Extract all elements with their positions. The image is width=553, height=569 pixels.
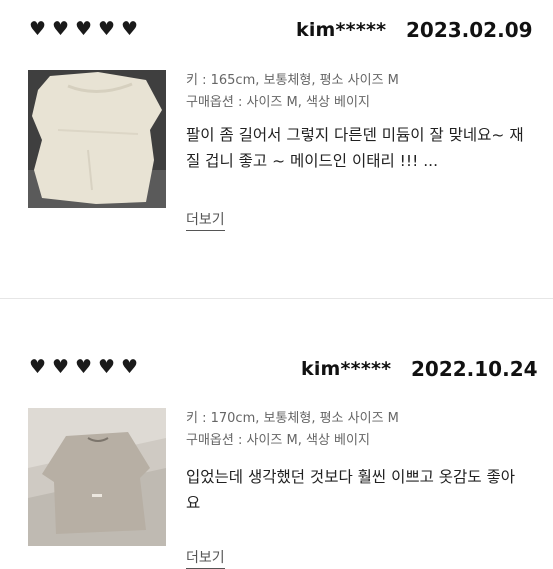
- review-photo[interactable]: [28, 70, 166, 208]
- reviewer-info: 키 : 165cm, 보통체형, 평소 사이즈 M: [186, 73, 399, 88]
- review-date: 2023.02.09: [406, 18, 533, 42]
- heart-icon: ♥: [74, 356, 93, 378]
- purchase-option: 구매옵션 : 사이즈 M, 색상 베이지: [186, 95, 370, 110]
- heart-icon: ♥: [97, 18, 116, 40]
- review-date: 2022.10.24: [411, 357, 538, 381]
- review-photo-image: [28, 70, 166, 208]
- heart-icon: ♥: [28, 356, 47, 378]
- heart-icon: ♥: [74, 18, 93, 40]
- review-photo-image: [28, 408, 166, 546]
- purchase-option: 구매옵션 : 사이즈 M, 색상 베이지: [186, 433, 370, 448]
- reviewer-name: kim*****: [296, 19, 387, 41]
- heart-icon: ♥: [120, 18, 139, 40]
- review-text: 입었는데 생각했던 것보다 훨씬 이쁘고 옷감도 좋아요: [186, 468, 516, 512]
- review-photo[interactable]: [28, 408, 166, 546]
- rating-stars: ♥ ♥ ♥ ♥ ♥: [28, 20, 139, 39]
- reviewer-info: 키 : 170cm, 보통체형, 평소 사이즈 M: [186, 411, 399, 426]
- heart-icon: ♥: [97, 356, 116, 378]
- reviewer-name: kim*****: [301, 358, 392, 380]
- more-link[interactable]: 더보기: [186, 209, 225, 231]
- review-text: 팔이 좀 길어서 그렇지 다른덴 미듐이 잘 맞네요~ 재질 겁니 좋고 ~ 메…: [186, 126, 524, 170]
- rating-stars: ♥ ♥ ♥ ♥ ♥: [28, 358, 139, 377]
- heart-icon: ♥: [51, 356, 70, 378]
- heart-icon: ♥: [28, 18, 47, 40]
- review-item: ♥ ♥ ♥ ♥ ♥ kim***** 2022.10.24 키 : 170cm,…: [0, 340, 553, 569]
- review-item: ♥ ♥ ♥ ♥ ♥ kim***** 2023.02.09 키 : 165cm,…: [0, 0, 553, 300]
- divider: [0, 298, 553, 299]
- heart-icon: ♥: [120, 356, 139, 378]
- heart-icon: ♥: [51, 18, 70, 40]
- more-link[interactable]: 더보기: [186, 547, 225, 569]
